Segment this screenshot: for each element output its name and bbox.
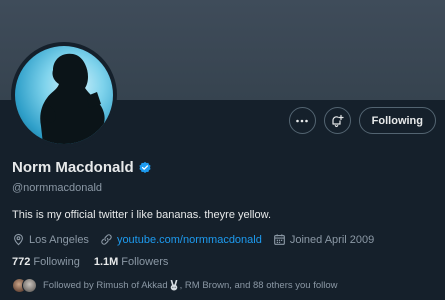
- followed-by-suffix: , RM Brown, and 88 others you follow: [179, 280, 338, 291]
- follower-avatar: [22, 278, 37, 293]
- following-label: Following: [33, 256, 80, 268]
- profile-name: Norm Macdonald: [12, 159, 134, 176]
- follower-avatars: [12, 278, 37, 293]
- followed-by-prefix: Followed by Rimush of Akkad: [43, 280, 168, 291]
- notify-button[interactable]: [323, 107, 351, 134]
- website-item: youtube.com/normmacdonald: [100, 233, 262, 246]
- verified-badge-icon[interactable]: [138, 161, 152, 175]
- profile-name-row: Norm Macdonald: [12, 159, 152, 176]
- calendar-icon: [273, 234, 285, 245]
- more-button[interactable]: [288, 107, 316, 134]
- profile-bio: This is my official twitter i like banan…: [12, 209, 272, 221]
- followed-by[interactable]: Followed by Rimush of Akkad , RM Brown, …: [12, 278, 338, 293]
- following-count-link[interactable]: 772 Following: [12, 256, 80, 268]
- joined-item: Joined April 2009: [273, 233, 374, 246]
- following-button[interactable]: Following: [358, 107, 436, 134]
- followers-count-link[interactable]: 1.1M Followers: [94, 256, 169, 268]
- location-item: Los Angeles: [12, 233, 89, 246]
- profile-avatar[interactable]: [11, 42, 117, 148]
- followers-count: 1.1M: [93, 256, 119, 268]
- location-text: Los Angeles: [29, 233, 89, 246]
- profile-handle: @normmacdonald: [12, 182, 103, 194]
- profile-counts: 772 Following 1.1M Followers: [12, 256, 182, 268]
- website-link[interactable]: youtube.com/normmacdonald: [117, 234, 262, 246]
- more-icon: [296, 119, 308, 122]
- avatar-silhouette: [40, 53, 105, 144]
- joined-text: Joined April 2009: [289, 233, 375, 246]
- profile-actions: Following: [288, 107, 436, 134]
- bell-plus-icon: [332, 114, 344, 127]
- location-pin-icon: [14, 233, 23, 246]
- link-icon: [101, 234, 112, 245]
- followers-label: Followers: [121, 256, 169, 268]
- profile-meta: Los Angeles youtube.com/normmacdonald Jo…: [12, 233, 385, 246]
- rabbit-emoji-icon: [170, 280, 177, 291]
- following-count: 772: [12, 256, 31, 268]
